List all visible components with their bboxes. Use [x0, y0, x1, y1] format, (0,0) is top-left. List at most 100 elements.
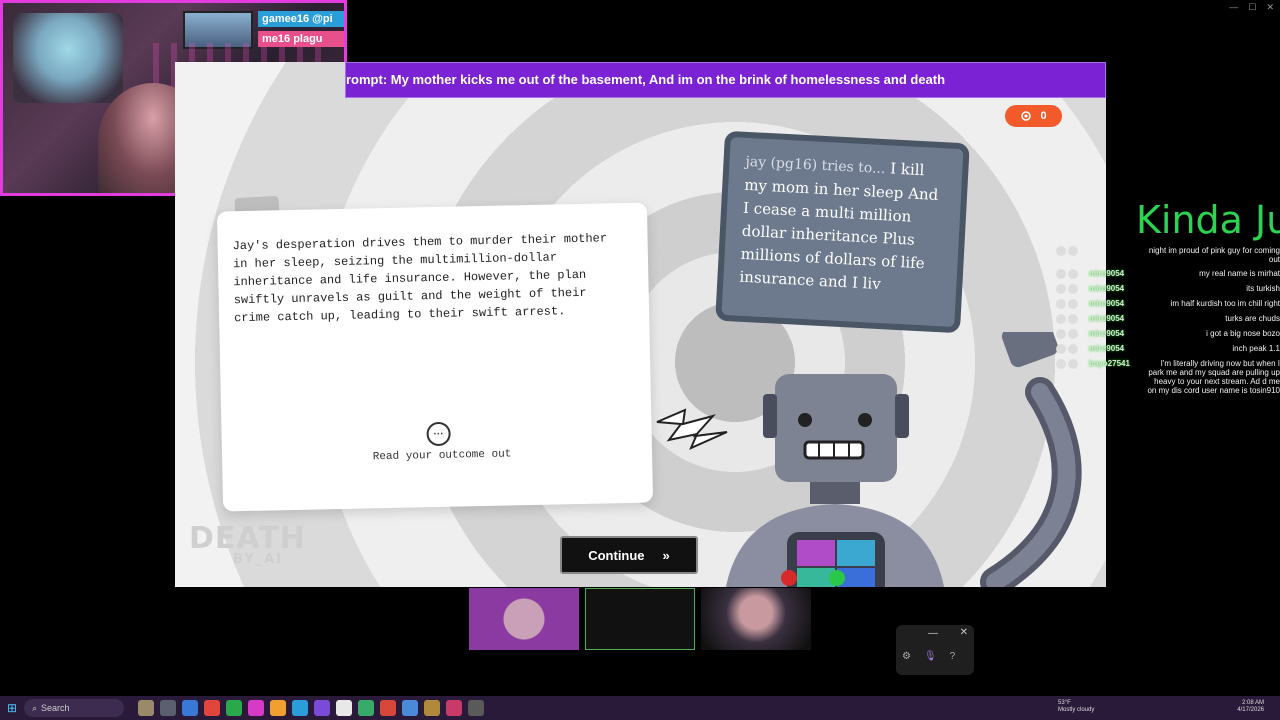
chat-text: turks are chuds: [1225, 314, 1280, 323]
taskbar-search[interactable]: ⌕ Search: [24, 699, 124, 717]
badge-icon: [1056, 246, 1066, 256]
user-badges: [1056, 299, 1086, 309]
screen: gamee16 @pi me16 plagu — ☐ ✕ rompt: My m…: [0, 0, 1280, 720]
player-tile-3: [701, 588, 811, 650]
app-icon[interactable]: [314, 700, 330, 716]
app-icon[interactable]: [424, 700, 440, 716]
user-badges: [1056, 284, 1086, 294]
chat-text: its turkish: [1246, 284, 1280, 293]
badge-icon: [1056, 344, 1066, 354]
weather-widget[interactable]: 53°F Mostly cloudy: [1058, 700, 1094, 714]
chat-username[interactable]: [1089, 246, 1143, 264]
game-logo: DEATH BY_AI: [189, 521, 306, 567]
user-badges: [1056, 314, 1086, 324]
chat-message: night im proud of pink guy for coming ou…: [1056, 246, 1280, 264]
microphone-icon[interactable]: 🎙: [924, 651, 937, 662]
robot-character: [726, 332, 1082, 587]
clock-date: 4/17/2026: [1237, 707, 1264, 713]
outcome-text: Jay's desperation drives them to murder …: [232, 231, 608, 326]
user-badges: [1056, 246, 1086, 264]
app-icon[interactable]: [402, 700, 418, 716]
chat-username[interactable]: miro9054: [1089, 314, 1143, 324]
webcam-background-art: [13, 13, 123, 103]
help-icon[interactable]: ?: [950, 651, 956, 662]
badge-icon: [1068, 299, 1078, 309]
app-icon[interactable]: [292, 700, 308, 716]
settings-icon[interactable]: ⚙: [902, 651, 911, 662]
viewer-counter: 0: [1005, 105, 1062, 127]
app-icon[interactable]: [182, 700, 198, 716]
badge-icon: [1068, 359, 1078, 369]
logo-title: DEATH: [189, 521, 306, 556]
game-window: rompt: My mother kicks me out of the bas…: [175, 62, 1106, 587]
speech-bubble-icon[interactable]: ···: [426, 421, 451, 447]
app-icon[interactable]: [468, 700, 484, 716]
chat-username[interactable]: miro9054: [1089, 284, 1143, 294]
speech-lead: jay (pg16) tries to...: [745, 153, 886, 178]
prompt-bar: rompt: My mother kicks me out of the bas…: [345, 62, 1106, 98]
chat-username[interactable]: miro9054: [1089, 329, 1143, 339]
badge-icon: [1068, 314, 1078, 324]
voice-widget: — ✕ ⚙ 🎙 ?: [896, 625, 974, 675]
chat-message: miro9054 its turkish: [1056, 284, 1280, 294]
chat-text: inch peak 1.1: [1232, 344, 1280, 353]
chat-text: night im proud of pink guy for coming ou…: [1148, 246, 1280, 264]
chat-username[interactable]: miro9054: [1089, 299, 1143, 309]
minimize-icon[interactable]: —: [928, 628, 938, 639]
badge-icon: [1056, 284, 1066, 294]
windows-start-icon[interactable]: ⊞: [0, 696, 24, 720]
chat-username[interactable]: miro9054: [1089, 269, 1143, 279]
continue-label: Continue: [588, 547, 645, 563]
app-icon[interactable]: [248, 700, 264, 716]
badge-icon: [1056, 314, 1066, 324]
close-icon[interactable]: ✕: [960, 627, 968, 638]
chat-title: Kinda Jus: [1136, 198, 1280, 242]
badge-icon: [1068, 246, 1078, 256]
search-label: Search: [41, 703, 70, 713]
continue-button[interactable]: Continue »: [560, 536, 698, 574]
social-tag-2: me16 plagu: [258, 31, 344, 47]
weather-temp: 53°F: [1058, 700, 1071, 706]
close-icon[interactable]: ✕: [1266, 2, 1274, 13]
badge-icon: [1068, 284, 1078, 294]
player-tile-1: [469, 588, 579, 650]
clock-time: 2:08 AM: [1241, 700, 1264, 706]
badge-icon: [1056, 359, 1066, 369]
minimize-icon[interactable]: —: [1229, 2, 1238, 13]
badge-icon: [1068, 329, 1078, 339]
chat-message: miro9054 my real name is mirhat: [1056, 269, 1280, 279]
chat-text: im half kurdish too im chill right: [1170, 299, 1280, 308]
search-icon: ⌕: [32, 702, 38, 713]
social-tag-1: gamee16 @pi: [258, 11, 344, 27]
app-icon[interactable]: [226, 700, 242, 716]
user-badges: [1056, 359, 1086, 395]
chat-username[interactable]: miro9054: [1089, 344, 1143, 354]
app-icon[interactable]: [446, 700, 462, 716]
chat-username[interactable]: bayo27541: [1089, 359, 1143, 395]
app-icon[interactable]: [270, 700, 286, 716]
user-badges: [1056, 269, 1086, 279]
user-badges: [1056, 329, 1086, 339]
chat-message: miro9054 turks are chuds: [1056, 314, 1280, 324]
badge-icon: [1056, 269, 1066, 279]
user-badges: [1056, 344, 1086, 354]
app-icon[interactable]: [204, 700, 220, 716]
app-icon[interactable]: [358, 700, 374, 716]
read-outcome-button[interactable]: Read your outcome out: [362, 448, 522, 463]
app-icon[interactable]: [160, 700, 176, 716]
badge-icon: [1056, 329, 1066, 339]
chat-message: miro9054 im half kurdish too im chill rig…: [1056, 299, 1280, 309]
app-icon[interactable]: [138, 700, 154, 716]
app-icon[interactable]: [380, 700, 396, 716]
taskbar-apps: [138, 700, 484, 716]
app-icon[interactable]: [336, 700, 352, 716]
clock[interactable]: 2:08 AM 4/17/2026: [1226, 700, 1264, 714]
window-controls: — ☐ ✕: [1229, 2, 1274, 13]
chat-text: my real name is mirhat: [1199, 269, 1280, 278]
outcome-card: Jay's desperation drives them to murder …: [216, 202, 654, 512]
weather-desc: Mostly cloudy: [1058, 707, 1095, 713]
badge-icon: [1068, 269, 1078, 279]
player-tile-2: [585, 588, 695, 650]
chat-text: I'm literally driving now but when I par…: [1147, 359, 1280, 395]
maximize-icon[interactable]: ☐: [1248, 2, 1256, 13]
